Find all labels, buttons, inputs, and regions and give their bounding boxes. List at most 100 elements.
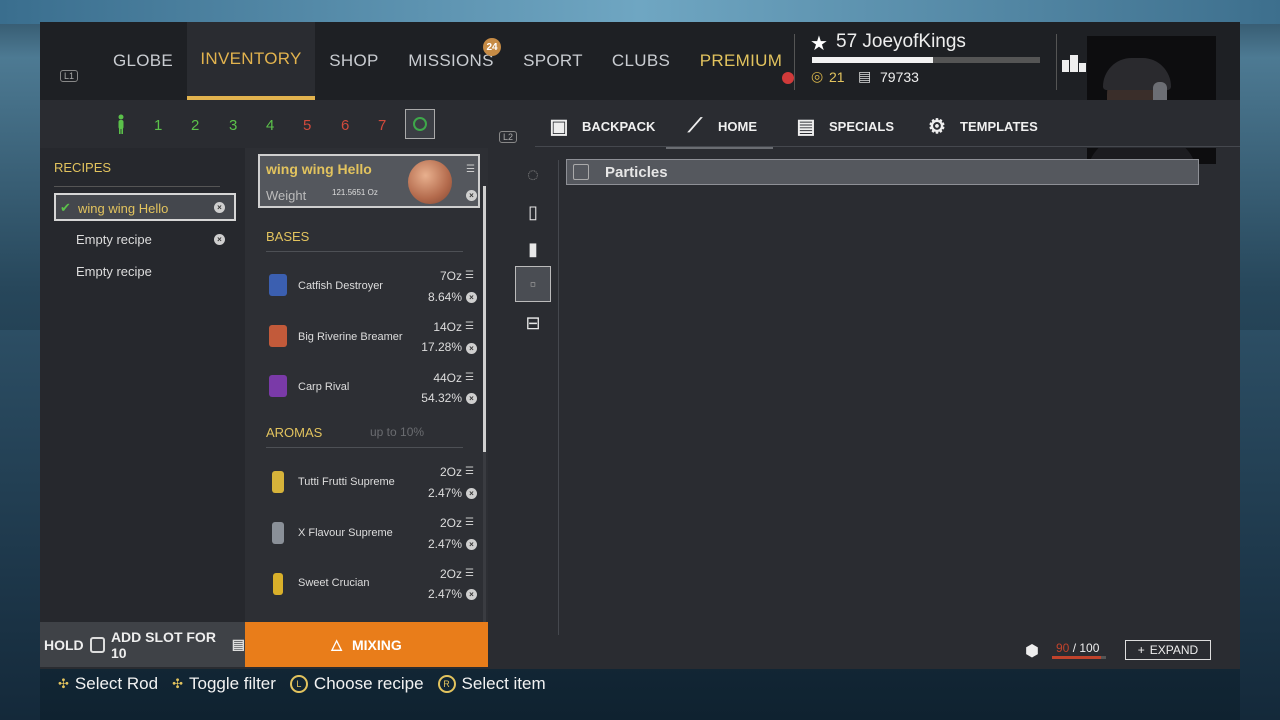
filter-icon[interactable]: ☰ — [466, 164, 475, 175]
remove-icon[interactable]: × — [466, 539, 477, 550]
nav-premium[interactable]: PREMIUM — [690, 22, 792, 100]
bases-divider — [266, 251, 463, 252]
nav-clubs[interactable]: CLUBS — [600, 22, 682, 100]
nav-missions[interactable]: MISSIONS — [398, 22, 504, 100]
bucks-icon: ▤ — [231, 636, 245, 652]
tab-home[interactable]: ⟋ HOME — [666, 106, 773, 149]
adjust-icon[interactable]: ☰ — [465, 568, 474, 579]
nav-inventory[interactable]: INVENTORY — [187, 22, 315, 100]
check-icon: ✔ — [60, 200, 71, 215]
triangle-button-icon: △ — [331, 636, 342, 652]
controller-hints: ✣ Select Rod ✣ Toggle filter L Choose re… — [58, 674, 546, 694]
tab-templates[interactable]: ⚙ TEMPLATES — [924, 106, 1038, 146]
star-icon: ★ — [810, 33, 828, 55]
adjust-icon[interactable]: ☰ — [465, 321, 474, 332]
scrollbar-thumb[interactable] — [483, 186, 486, 452]
angler-icon — [118, 114, 124, 134]
leaderboard-icon[interactable] — [1062, 52, 1086, 72]
jar-icon — [573, 164, 589, 180]
remove-icon[interactable]: × — [466, 292, 477, 303]
scroll-icon: ▤ — [796, 115, 816, 138]
bottle-icon — [272, 522, 284, 544]
square-button-icon — [89, 636, 105, 653]
nav-divider — [794, 34, 795, 90]
remove-icon[interactable]: × — [466, 393, 477, 404]
item-qty: 7Oz — [439, 269, 462, 283]
remove-icon[interactable]: × — [466, 343, 477, 354]
adjust-icon[interactable]: ☰ — [465, 270, 474, 281]
remove-icon[interactable]: × — [466, 589, 477, 600]
tab-underline — [535, 146, 1240, 147]
left-stick-icon: L — [289, 675, 308, 693]
recipe-card-title: wing wing Hello — [266, 161, 372, 177]
adjust-icon[interactable]: ☰ — [465, 466, 474, 477]
player-name[interactable]: 57 JoeyofKings — [836, 31, 966, 53]
hint-label: Select item — [461, 674, 546, 693]
cube-icon: ⬢ — [1025, 643, 1039, 660]
remove-icon[interactable]: × — [466, 190, 477, 201]
rod-slot-selected[interactable] — [405, 109, 435, 139]
item-qty: 44Oz — [433, 371, 462, 385]
rod-icon: ⟋ — [688, 114, 702, 137]
tab-backpack[interactable]: ▣ BACKPACK — [546, 106, 656, 146]
bases-heading: BASES — [266, 229, 310, 244]
jar-category-icon[interactable]: ▫ — [521, 272, 545, 296]
background-sky — [0, 0, 1280, 24]
remove-icon[interactable]: × — [214, 202, 225, 213]
missions-badge: 24 — [483, 38, 501, 56]
rod-slot-2[interactable]: 2 — [191, 117, 199, 134]
adjust-icon[interactable]: ☰ — [465, 372, 474, 383]
item-qty: 14Oz — [433, 320, 462, 334]
capacity-readout: 90 / 100 — [1056, 641, 1099, 655]
rod-slot-6[interactable]: 6 — [341, 117, 349, 134]
item-name: Catfish Destroyer — [298, 280, 383, 292]
rod-slot-4[interactable]: 4 — [266, 117, 274, 134]
remove-icon[interactable]: × — [466, 488, 477, 499]
recipe-item[interactable]: Empty recipe — [54, 258, 236, 286]
item-name: Big Riverine Breamer — [298, 331, 403, 343]
globe-icon — [413, 117, 427, 131]
item-percent: 8.64% — [427, 290, 462, 304]
capacity-used: 90 — [1056, 641, 1070, 655]
groundbait-category-icon[interactable]: ◌ — [521, 163, 545, 187]
rod-slot-5[interactable]: 5 — [303, 117, 311, 134]
bottle-icon — [273, 573, 283, 595]
coins-icon: ◎ — [811, 68, 824, 84]
adjust-icon[interactable]: ☰ — [465, 517, 474, 528]
recipe-label: wing wing Hello — [78, 201, 169, 216]
bag-category-icon[interactable]: ▯ — [521, 200, 545, 224]
bucket-category-icon[interactable]: ⊟ — [521, 311, 545, 335]
nav-globe[interactable]: GLOBE — [100, 22, 186, 100]
particles-header[interactable]: Particles — [566, 159, 1199, 185]
tab-templates-label: TEMPLATES — [960, 118, 1038, 134]
recipe-card[interactable]: wing wing Hello Weight 121.5651 Oz ☰ × — [258, 154, 480, 208]
bucks-icon: ▤ — [858, 68, 872, 84]
item-name: Tutti Frutti Supreme — [298, 476, 395, 488]
tab-specials[interactable]: ▤ SPECIALS — [793, 106, 894, 146]
recipe-label: Empty recipe — [76, 232, 152, 247]
recipe-item-selected[interactable]: ✔ wing wing Hello × — [54, 193, 236, 221]
expand-button[interactable]: + EXPAND — [1125, 640, 1211, 660]
item-percent: 2.47% — [427, 486, 462, 500]
item-name: Sweet Crucian — [298, 577, 370, 589]
add-slot-hint[interactable]: HOLD ADD SLOT FOR 10 ▤ — [40, 622, 245, 667]
scrollbar-track[interactable] — [483, 452, 486, 622]
hint-select-item: R Select item — [437, 674, 546, 694]
hint-label: Toggle filter — [188, 674, 276, 693]
rod-slot-1[interactable]: 1 — [154, 117, 162, 134]
recipes-heading: RECIPES — [54, 160, 112, 175]
item-name: X Flavour Supreme — [298, 527, 393, 539]
rod-slot-7[interactable]: 7 — [378, 117, 386, 134]
bottle-category-icon[interactable]: ▮ — [521, 237, 545, 261]
mixing-button[interactable]: △ MIXING — [245, 622, 488, 667]
remove-icon[interactable]: × — [214, 234, 225, 245]
recipe-label: Empty recipe — [76, 264, 152, 279]
l1-shoulder-hint: L1 — [60, 70, 79, 82]
recipe-item[interactable]: Empty recipe × — [54, 226, 236, 254]
nav-shop[interactable]: SHOP — [318, 22, 390, 100]
rod-slot-3[interactable]: 3 — [229, 117, 237, 134]
capacity-total: / 100 — [1072, 641, 1100, 655]
item-qty: 2Oz — [439, 465, 462, 479]
nav-sport[interactable]: SPORT — [512, 22, 594, 100]
hint-label: Choose recipe — [313, 674, 424, 693]
